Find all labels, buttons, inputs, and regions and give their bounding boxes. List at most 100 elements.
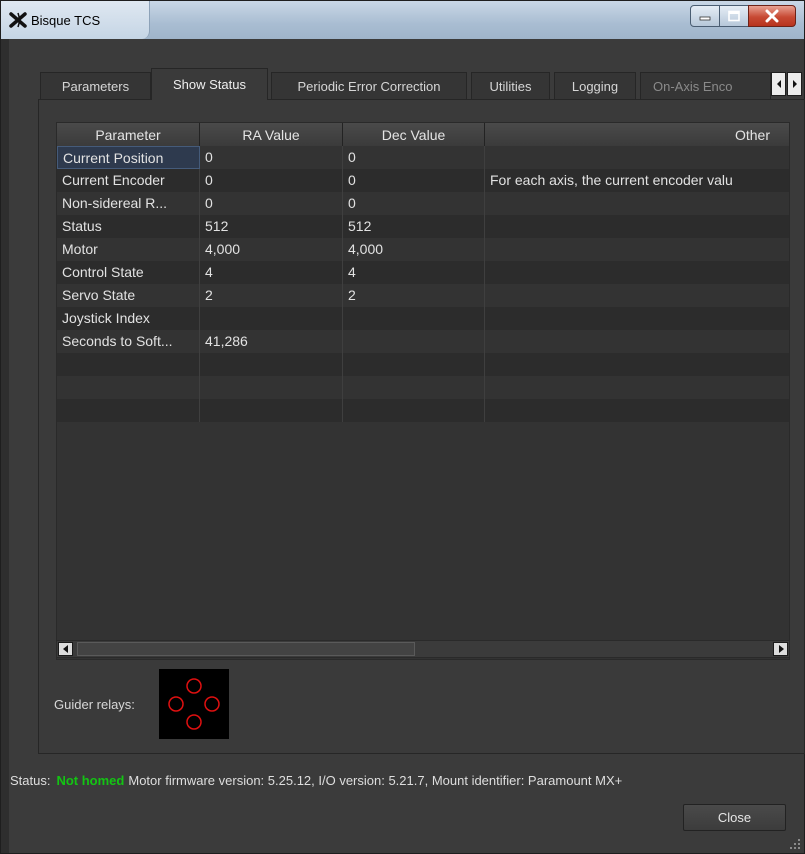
- cell-parameter[interactable]: [57, 353, 200, 376]
- cell-parameter[interactable]: Motor: [57, 238, 200, 261]
- cell-dec-value[interactable]: 512: [343, 215, 485, 238]
- cell-dec-value[interactable]: [343, 307, 485, 330]
- tab-scroll-right-button[interactable]: [787, 72, 802, 96]
- cell-ra-value[interactable]: 0: [200, 192, 343, 215]
- cell-other[interactable]: [485, 192, 789, 215]
- status-bar: Status: Not homed Motor firmware version: …: [10, 773, 622, 788]
- column-header-parameter[interactable]: Parameter: [57, 123, 200, 146]
- tab-label: Utilities: [489, 78, 532, 94]
- cell-parameter[interactable]: Servo State: [57, 284, 200, 307]
- close-icon: [765, 9, 779, 23]
- guider-relays-indicator: [159, 669, 229, 739]
- cell-other[interactable]: [485, 399, 789, 422]
- cell-dec-value[interactable]: 4,000: [343, 238, 485, 261]
- column-header-ra-value[interactable]: RA Value: [200, 123, 343, 146]
- firmware-details: Motor firmware version: 5.25.12, I/O ver…: [128, 773, 623, 788]
- close-button[interactable]: Close: [683, 804, 786, 831]
- cell-other[interactable]: [485, 376, 789, 399]
- tab-logging[interactable]: Logging: [554, 72, 636, 99]
- window-controls: [690, 5, 796, 29]
- scroll-right-button[interactable]: [773, 642, 788, 656]
- cell-ra-value[interactable]: 4,000: [200, 238, 343, 261]
- cell-other[interactable]: [485, 146, 789, 169]
- tab-show-status[interactable]: Show Status: [151, 68, 268, 100]
- cell-parameter[interactable]: Current Position: [57, 146, 200, 169]
- tab-parameters[interactable]: Parameters: [40, 72, 151, 99]
- cell-other[interactable]: [485, 353, 789, 376]
- cell-other[interactable]: [485, 330, 789, 353]
- resize-grip-icon[interactable]: [789, 838, 801, 850]
- table-row[interactable]: Current Encoder 0 0 For each axis, the curr…: [57, 169, 789, 192]
- cell-other[interactable]: [485, 238, 789, 261]
- cell-parameter[interactable]: Control State: [57, 261, 200, 284]
- tab-scroll-left-button[interactable]: [771, 72, 786, 96]
- cell-parameter[interactable]: Joystick Index: [57, 307, 200, 330]
- cell-parameter[interactable]: Non-sidereal R...: [57, 192, 200, 215]
- cell-parameter[interactable]: Current Encoder: [57, 169, 200, 192]
- tab-label: Parameters: [61, 78, 130, 94]
- cell-other[interactable]: For each axis, the current encoder valu: [485, 169, 789, 192]
- cell-dec-value[interactable]: 0: [343, 192, 485, 215]
- table-row[interactable]: Servo State 2 2: [57, 284, 789, 307]
- cell-dec-value[interactable]: 0: [343, 146, 485, 169]
- cell-ra-value[interactable]: 0: [200, 146, 343, 169]
- table-row[interactable]: Status 512 512: [57, 215, 789, 238]
- cell-parameter[interactable]: Seconds to Soft...: [57, 330, 200, 353]
- table-row[interactable]: Non-sidereal R... 0 0: [57, 192, 789, 215]
- cell-dec-value[interactable]: [343, 376, 485, 399]
- cell-dec-value[interactable]: 4: [343, 261, 485, 284]
- cell-dec-value[interactable]: 0: [343, 169, 485, 192]
- table-row[interactable]: Seconds to Soft... 41,286: [57, 330, 789, 353]
- cell-ra-value[interactable]: 41,286: [200, 330, 343, 353]
- cell-ra-value[interactable]: 512: [200, 215, 343, 238]
- column-header-dec-value[interactable]: Dec Value: [343, 123, 485, 146]
- cell-dec-value[interactable]: [343, 330, 485, 353]
- table-row[interactable]: Motor 4,000 4,000: [57, 238, 789, 261]
- cell-other[interactable]: [485, 284, 789, 307]
- minimize-button[interactable]: [690, 5, 720, 27]
- cell-other[interactable]: [485, 215, 789, 238]
- cell-other[interactable]: [485, 307, 789, 330]
- maximize-button[interactable]: [719, 5, 749, 27]
- cell-dec-value[interactable]: 2: [343, 284, 485, 307]
- status-table[interactable]: Parameter RA Value Dec Value Other Curre…: [56, 122, 790, 660]
- guider-relays-icon: [168, 678, 220, 730]
- cell-ra-value[interactable]: 0: [200, 169, 343, 192]
- tab-periodic-error-correction[interactable]: Periodic Error Correction: [271, 72, 467, 99]
- table-row[interactable]: [57, 376, 789, 399]
- table-header: Parameter RA Value Dec Value Other: [57, 123, 789, 147]
- status-prefix: Status:: [10, 773, 51, 788]
- column-header-other[interactable]: Other: [485, 123, 789, 146]
- cell-ra-value[interactable]: [200, 399, 343, 422]
- tab-on-axis-encoder[interactable]: On-Axis Enco: [640, 72, 771, 99]
- window-frame-edge: [1, 39, 9, 853]
- table-row[interactable]: Current Position 0 0: [57, 146, 789, 169]
- cell-dec-value[interactable]: [343, 353, 485, 376]
- table-row[interactable]: Joystick Index: [57, 307, 789, 330]
- cell-ra-value[interactable]: [200, 353, 343, 376]
- cell-ra-value[interactable]: 2: [200, 284, 343, 307]
- chevron-left-icon: [776, 80, 781, 88]
- cell-ra-value[interactable]: [200, 307, 343, 330]
- horizontal-scrollbar[interactable]: [56, 640, 790, 658]
- table-row[interactable]: Control State 4 4: [57, 261, 789, 284]
- table-row[interactable]: [57, 353, 789, 376]
- chevron-right-icon: [778, 645, 784, 653]
- cell-parameter[interactable]: Status: [57, 215, 200, 238]
- cell-parameter[interactable]: [57, 399, 200, 422]
- window-title: Bisque TCS: [31, 13, 101, 28]
- cell-dec-value[interactable]: [343, 399, 485, 422]
- tab-label: Show Status: [173, 77, 246, 92]
- table-row[interactable]: [57, 399, 789, 422]
- cell-other[interactable]: [485, 261, 789, 284]
- scrollbar-thumb[interactable]: [77, 642, 415, 656]
- close-window-button[interactable]: [748, 5, 796, 27]
- title-bar[interactable]: Bisque TCS: [1, 1, 804, 39]
- cell-parameter[interactable]: [57, 376, 200, 399]
- tab-label: Periodic Error Correction: [297, 78, 441, 94]
- tab-utilities[interactable]: Utilities: [471, 72, 550, 99]
- cell-ra-value[interactable]: 4: [200, 261, 343, 284]
- scroll-left-button[interactable]: [58, 642, 73, 656]
- cell-ra-value[interactable]: [200, 376, 343, 399]
- bisque-tcs-window: Bisque TCS Parameters Show Status Period…: [0, 0, 805, 854]
